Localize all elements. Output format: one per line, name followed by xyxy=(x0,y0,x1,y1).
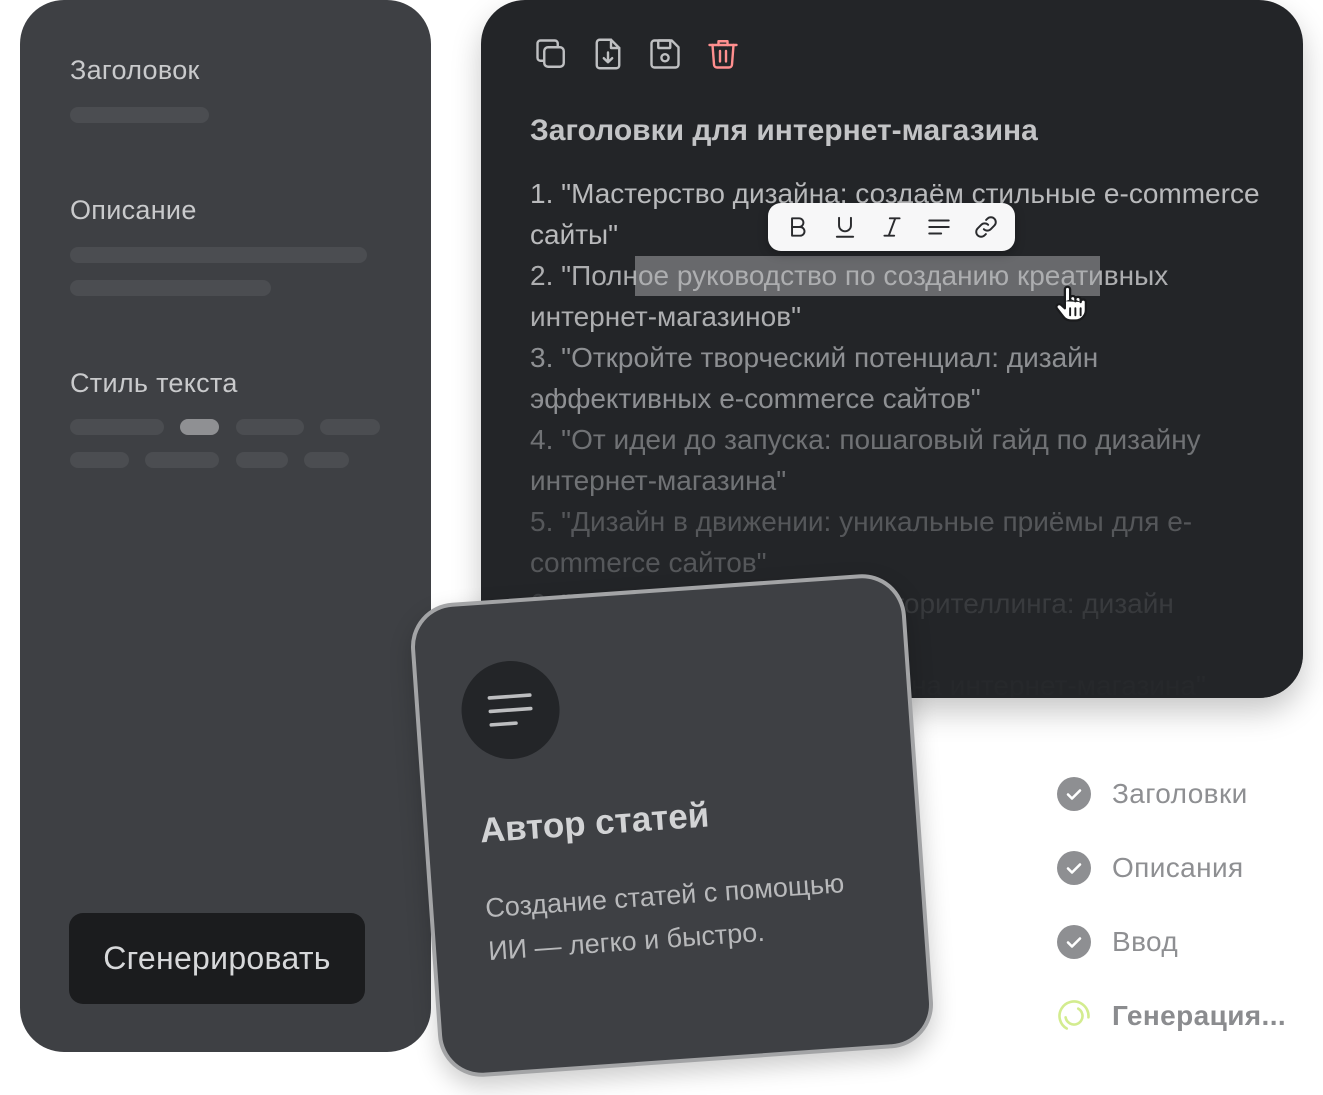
bold-button[interactable] xyxy=(782,211,814,243)
save-icon[interactable] xyxy=(647,36,683,72)
generate-button[interactable]: Сгенерировать xyxy=(69,913,365,1004)
title-field-placeholder[interactable] xyxy=(70,107,209,123)
step-label: Ввод xyxy=(1112,926,1179,957)
description-field-label: Описание xyxy=(70,195,197,225)
check-circle-icon xyxy=(1057,851,1091,885)
article-author-card[interactable]: Автор статей Создание статей с помощью И… xyxy=(408,571,936,1080)
menu-lines-icon xyxy=(487,693,533,727)
title-field-label: Заголовок xyxy=(70,55,200,85)
step-descriptions: Описания xyxy=(1057,850,1244,886)
style-option[interactable] xyxy=(236,419,304,435)
step-generation: Генерация... xyxy=(1057,998,1286,1034)
bold-icon xyxy=(790,217,805,237)
hand-cursor-icon xyxy=(1055,285,1088,322)
copy-icon[interactable] xyxy=(533,36,569,72)
step-label: Генерация... xyxy=(1112,1000,1287,1031)
italic-icon xyxy=(882,217,901,237)
style-option[interactable] xyxy=(145,452,219,468)
description-field-placeholder-line[interactable] xyxy=(70,247,367,263)
check-circle-icon xyxy=(1057,925,1091,959)
style-option[interactable] xyxy=(70,419,164,435)
check-circle-icon xyxy=(1057,777,1091,811)
step-input: Ввод xyxy=(1057,924,1178,960)
align-button[interactable] xyxy=(923,211,955,243)
style-option[interactable] xyxy=(320,419,380,435)
style-field-label: Стиль текста xyxy=(70,368,238,398)
description-field-placeholder-line[interactable] xyxy=(70,280,271,296)
style-option-selected[interactable] xyxy=(180,419,219,435)
format-toolbar xyxy=(768,203,1015,251)
underline-button[interactable] xyxy=(829,211,861,243)
list-item[interactable]: 2. "Полное руководство по созданию креат… xyxy=(530,255,1270,337)
style-option[interactable] xyxy=(236,452,288,468)
link-button[interactable] xyxy=(970,211,1002,243)
card-title: Автор статей xyxy=(478,795,711,851)
style-option[interactable] xyxy=(70,452,129,468)
step-label: Описания xyxy=(1112,852,1244,883)
style-option[interactable] xyxy=(304,452,349,468)
download-icon[interactable] xyxy=(590,36,626,72)
list-item[interactable]: 4. "От идеи до запуска: пошаговый гайд п… xyxy=(530,419,1270,501)
card-icon-circle xyxy=(458,657,563,763)
link-icon xyxy=(974,216,997,238)
step-headlines: Заголовки xyxy=(1057,776,1248,812)
card-description: Создание статей с помощью ИИ — легко и б… xyxy=(484,868,846,967)
loading-spinner-icon xyxy=(1058,1000,1090,1032)
list-item[interactable]: 5. "Дизайн в движении: уникальные приёмы… xyxy=(530,501,1270,583)
editor-title: Заголовки для интернет-магазина xyxy=(530,114,1038,147)
italic-button[interactable] xyxy=(876,211,908,243)
form-panel: Заголовок Описание Стиль текста Сгенерир… xyxy=(20,0,431,1052)
underline-icon xyxy=(835,216,854,238)
step-label: Заголовки xyxy=(1112,778,1248,809)
align-icon xyxy=(927,219,950,235)
trash-icon[interactable] xyxy=(705,36,741,72)
list-item[interactable]: 3. "Откройте творческий потенциал: дизай… xyxy=(530,337,1270,419)
